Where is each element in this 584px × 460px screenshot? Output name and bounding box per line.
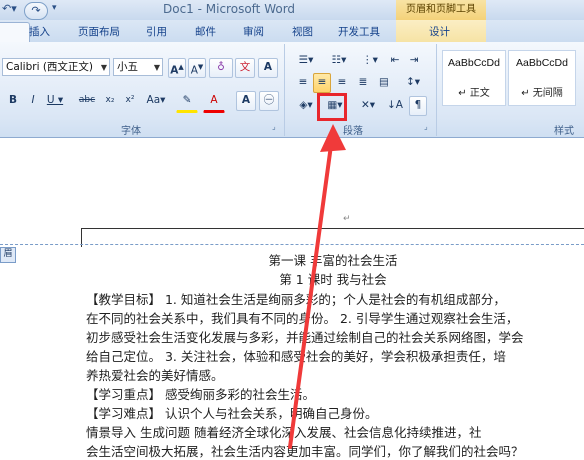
font-color-icon[interactable]: A [203, 91, 225, 113]
chevron-down-icon: ▼ [153, 63, 160, 72]
font-group-label: 字体 [121, 126, 141, 137]
phonetic-guide-icon[interactable]: 文 [235, 58, 255, 78]
doc-line: 在不同的社会关系中，我们具有不同的身份。 2. 引导学生通过观察社会生活， [86, 311, 519, 326]
highlight-box [317, 93, 347, 121]
redo-icon[interactable]: ↷ [24, 2, 48, 20]
doc-line: 养热爱社会的美好情感。 [86, 368, 224, 383]
doc-line: 第一课 丰富的社会生活 [268, 253, 398, 268]
strikethrough-button[interactable]: abc [75, 91, 99, 111]
doc-line: 第 1 课时 我与社会 [279, 272, 387, 287]
font-dialog-launcher-icon[interactable]: ⌟ [272, 122, 276, 131]
group-separator [284, 44, 285, 136]
quick-access-menu-icon[interactable]: ▾ [52, 3, 57, 13]
header-boundary [0, 244, 584, 245]
chevron-down-icon: ▼ [100, 63, 107, 72]
font-size-value: 小五 [117, 61, 138, 73]
context-tool-header: 页眉和页脚工具 [396, 0, 486, 20]
group-separator [436, 44, 437, 136]
doc-line: 给自己定位。 3. 关注社会，体验和感受社会的美好，学会积极承担责任，培 [86, 349, 506, 364]
paragraph-mark: ↵ [343, 214, 351, 224]
font-family-select[interactable]: Calibri (西文正文) ▼ [2, 58, 110, 76]
bullets-icon[interactable]: ☰▾ [291, 51, 321, 71]
show-marks-icon[interactable]: ¶ [409, 96, 427, 116]
style-sample: AaBbCcDd [448, 57, 500, 69]
style-no-spacing[interactable]: AaBbCcDd ↵ 无间隔 [508, 50, 576, 106]
style-sample: AaBbCcDd [516, 57, 568, 69]
line-spacing-icon[interactable]: ↕▾ [399, 73, 427, 93]
tab-insert[interactable]: 插入 [29, 24, 50, 39]
numbering-icon[interactable]: ☷▾ [324, 51, 354, 71]
doc-line: 会生活空间极大拓展，社会生活内容更加丰富。同学们，你了解我们的社会吗？ [86, 444, 524, 459]
highlight-icon[interactable]: ✎ [176, 91, 198, 113]
tab-developer[interactable]: 开发工具 [338, 24, 380, 39]
underline-button[interactable]: U ▾ [44, 91, 66, 111]
paragraph-dialog-launcher-icon[interactable]: ⌟ [424, 122, 428, 131]
style-name: ↵ 无间隔 [521, 88, 563, 99]
tab-references[interactable]: 引用 [146, 24, 167, 39]
title-bar: ↶▾ ↷ ▾ Doc1 - Microsoft Word 页眉和页脚工具 [0, 0, 584, 21]
change-case-button[interactable]: Aa▾ [142, 91, 170, 111]
align-center-icon[interactable]: ≡ [313, 73, 331, 93]
distributed-icon[interactable]: ▤ [375, 73, 393, 93]
char-border-icon[interactable]: A [258, 58, 278, 78]
tab-page-layout[interactable]: 页面布局 [78, 24, 120, 39]
shrink-font-button[interactable]: A▼ [188, 58, 206, 78]
justify-icon[interactable]: ≣ [354, 73, 372, 93]
decrease-indent-icon[interactable]: ⇤ [386, 51, 404, 71]
sort-icon[interactable]: ↓A [385, 96, 405, 116]
ribbon: Calibri (西文正文) ▼ 小五 ▼ A▲ A▼ ♁ 文 A B I U … [0, 42, 584, 138]
ribbon-tabs: 插入 页面布局 引用 邮件 审阅 视图 开发工具 设计 [0, 20, 584, 43]
increase-indent-icon[interactable]: ⇥ [405, 51, 423, 71]
enclose-char-icon[interactable]: ㊀ [259, 91, 279, 111]
doc-line: 【学习重点】 感受绚丽多彩的社会生活。 [86, 387, 315, 402]
doc-line: 情景导入 生成问题 随着经济全球化深入发展、社会信息化持续推进，社 [86, 425, 482, 440]
align-left-icon[interactable]: ≡ [294, 73, 312, 93]
chinese-layout-icon[interactable]: ✕▾ [356, 96, 380, 116]
doc-line: 初步感受社会生活变化发展与多彩，并能通过绘制自己的社会关系网络图，学会 [86, 330, 524, 345]
window-title: Doc1 - Microsoft Word [163, 2, 296, 16]
shading-icon[interactable]: ◈▾ [293, 96, 319, 116]
tab-review[interactable]: 审阅 [243, 24, 264, 39]
tab-home-active[interactable] [0, 22, 30, 43]
font-size-select[interactable]: 小五 ▼ [113, 58, 163, 76]
paragraph-group-label: 段落 [343, 126, 363, 137]
doc-line: 【教学目标】 1. 知道社会生活是绚丽多彩的；个人是社会的有机组成部分， [86, 292, 506, 307]
char-shading-icon[interactable]: A [236, 91, 256, 111]
tab-mailings[interactable]: 邮件 [195, 24, 216, 39]
doc-line: 【学习难点】 认识个人与社会关系，明确自己身份。 [86, 406, 378, 421]
grow-font-button[interactable]: A▲ [168, 58, 186, 78]
tab-view[interactable]: 视图 [292, 24, 313, 39]
align-right-icon[interactable]: ≡ [333, 73, 351, 93]
header-tag: 眉 [0, 247, 16, 263]
bold-button[interactable]: B [5, 91, 21, 111]
tab-design[interactable]: 设计 [429, 24, 450, 39]
font-family-value: Calibri (西文正文) [6, 61, 94, 73]
styles-group-label: 样式 [554, 126, 574, 137]
multilevel-list-icon[interactable]: ⋮▾ [356, 51, 384, 71]
superscript-button[interactable]: x² [121, 91, 139, 111]
italic-button[interactable]: I [25, 91, 41, 111]
style-normal[interactable]: AaBbCcDd ↵ 正文 [442, 50, 506, 106]
clear-format-icon[interactable]: ♁ [209, 58, 233, 78]
style-name: ↵ 正文 [458, 88, 490, 99]
subscript-button[interactable]: x₂ [101, 91, 119, 111]
